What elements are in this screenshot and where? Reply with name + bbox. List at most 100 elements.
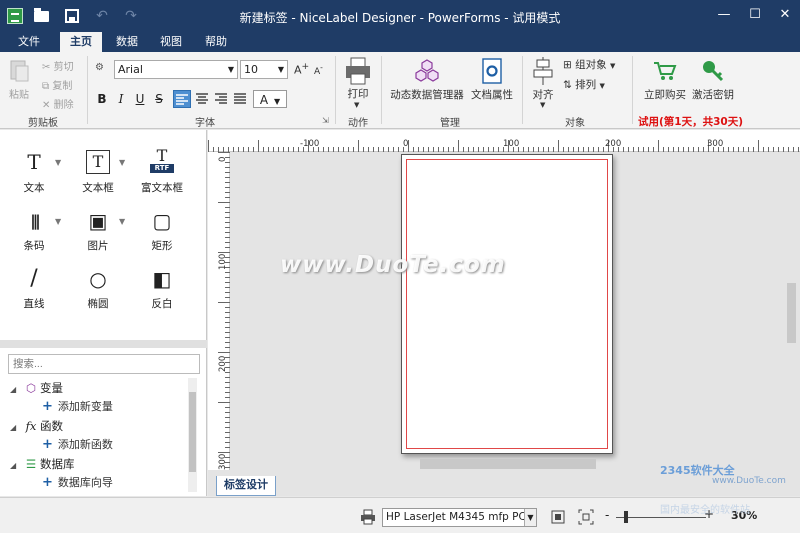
vertical-scrollbar[interactable] [787,283,796,343]
tree-item-databases[interactable]: ◢ ☰ 数据库 [10,455,75,473]
tab-label-design[interactable]: 标签设计 [216,476,276,496]
minimize-button[interactable]: — [711,4,737,26]
align-icon[interactable] [532,56,554,86]
tab-data[interactable]: 数据 [106,32,148,52]
justify-icon [234,93,246,104]
tab-view[interactable]: 视图 [150,32,192,52]
tree-item-label: 函数 [40,419,63,433]
barcode-tool-icon[interactable]: ||| [22,209,46,233]
justify-button[interactable] [231,90,249,108]
text-tool-icon[interactable]: T [22,150,46,174]
printer-icon[interactable] [344,56,372,86]
collapse-icon[interactable]: ◢ [10,419,22,437]
tree-item-variables[interactable]: ◢ ⬡ 变量 [10,379,63,397]
line-tool-label[interactable]: 直线 [9,296,59,311]
print-button[interactable]: 打印 [340,86,376,101]
activate-key-button[interactable]: 激活密钥 [688,87,738,102]
horizontal-ruler: -100 0 100 200 300 [208,130,800,152]
dynamic-data-manager-button[interactable]: 动态数据管理器 [386,87,468,102]
grow-font-icon[interactable]: A+ [294,61,309,77]
database-wizard-link[interactable]: + 数据库向导 [42,474,113,492]
add-function-link[interactable]: + 添加新函数 [42,436,113,454]
font-color-button[interactable]: A ▼ [253,90,287,108]
italic-button[interactable]: I [112,90,130,108]
align-center-button[interactable] [193,90,211,108]
font-dialog-launcher-icon[interactable]: ⇲ [322,116,329,125]
ellipse-tool-label[interactable]: 椭圆 [73,296,123,311]
dynamic-data-explorer: ◢⬡变量 +添加新变量 ◢fx函数 +添加新函数 ◢☰数据库 +数据库向导 [0,348,207,496]
rectangle-tool-label[interactable]: 矩形 [137,238,187,253]
font-family-select[interactable]: Arial ▼ [114,60,238,79]
printer-select[interactable]: HP LaserJet M4345 mfp PCL6 ▼ [382,508,537,527]
rectangle-tool-icon[interactable]: ▢ [150,209,174,233]
cart-icon[interactable] [653,60,677,82]
cut-button[interactable]: ✂ 剪切 [42,58,74,73]
align-right-icon [215,93,227,104]
zoom-slider[interactable] [616,517,706,518]
bold-button[interactable]: B [93,90,111,108]
group-objects-button[interactable]: ⊞ 组对象 ▼ [563,57,615,72]
close-button[interactable]: ✕ [772,4,798,26]
inverse-tool-icon[interactable]: ◧ [150,267,174,291]
tab-help[interactable]: 帮助 [195,32,237,52]
barcode-tool-label[interactable]: 条码 [9,238,59,253]
document-properties-button[interactable]: 文档属性 [468,87,516,102]
panel-scrollbar[interactable] [188,378,197,492]
font-size-select[interactable]: 10 ▼ [240,60,288,79]
chevron-down-icon[interactable]: ▼ [540,101,545,109]
ellipse-tool-icon[interactable]: ○ [86,267,110,291]
collapse-icon[interactable]: ◢ [10,457,22,475]
scrollbar-thumb[interactable] [189,392,196,472]
ruler-label: 0 [403,139,409,149]
delete-label: 删除 [53,100,74,111]
textbox-tool-icon[interactable]: T [86,150,110,174]
printer-status-icon[interactable] [360,509,376,528]
underline-button[interactable]: U [131,90,149,108]
key-icon[interactable] [701,59,725,83]
dynamic-data-icon[interactable] [414,58,440,84]
zoom-slider-thumb[interactable] [624,511,628,523]
inverse-tool-label[interactable]: 反白 [137,296,187,311]
rich-textbox-tool-label[interactable]: 富文本框 [137,180,187,195]
tab-home[interactable]: 主页 [60,32,102,52]
paste-button[interactable]: 粘贴 [9,86,29,101]
collapse-icon[interactable]: ◢ [10,381,22,399]
align-right-button[interactable] [212,90,230,108]
font-group-label: 字体 [195,118,215,129]
chevron-down-icon[interactable]: ▼ [354,101,359,109]
search-input[interactable] [8,354,200,374]
align-button[interactable]: 对齐 [527,87,559,102]
fit-width-icon[interactable] [578,509,594,528]
delete-button[interactable]: ✕ 删除 [42,96,74,111]
fit-page-icon[interactable] [550,509,566,528]
buy-now-button[interactable]: 立即购买 [640,87,690,102]
tree-item-functions[interactable]: ◢ fx 函数 [10,417,63,435]
chevron-down-icon[interactable]: ▼ [119,217,125,226]
maximize-button[interactable]: ☐ [742,4,768,26]
font-settings-icon[interactable]: ⚙ [95,62,104,73]
tree-subitem-label: 添加新变量 [57,400,113,413]
chevron-down-icon[interactable]: ▼ [55,217,61,226]
tab-file[interactable]: 文件 [8,32,50,52]
zoom-out-button[interactable]: - [605,508,609,522]
arrange-button[interactable]: ⇅ 排列 ▼ [563,77,605,92]
doc-props-icon[interactable] [480,57,504,85]
copy-button[interactable]: ⧉ 复制 [42,77,72,92]
label-page[interactable] [401,154,613,454]
rich-textbox-tool-icon[interactable]: T RTF [150,148,174,173]
separator [335,56,336,124]
picture-tool-icon[interactable]: ▣ [86,209,110,233]
text-tool-label[interactable]: 文本 [9,180,59,195]
shrink-font-icon[interactable]: A- [314,63,323,77]
picture-tool-label[interactable]: 图片 [73,238,123,253]
line-tool-icon[interactable]: / [22,267,46,291]
textbox-tool-label[interactable]: 文本框 [73,180,123,195]
panel-splitter[interactable] [0,340,207,348]
chevron-down-icon[interactable]: ▼ [119,158,125,167]
paste-icon[interactable] [8,58,30,84]
add-variable-link[interactable]: + 添加新变量 [42,398,113,416]
horizontal-scrollbar[interactable] [420,459,596,469]
align-left-button[interactable] [173,90,191,108]
strikethrough-button[interactable]: S [150,90,168,108]
chevron-down-icon[interactable]: ▼ [55,158,61,167]
